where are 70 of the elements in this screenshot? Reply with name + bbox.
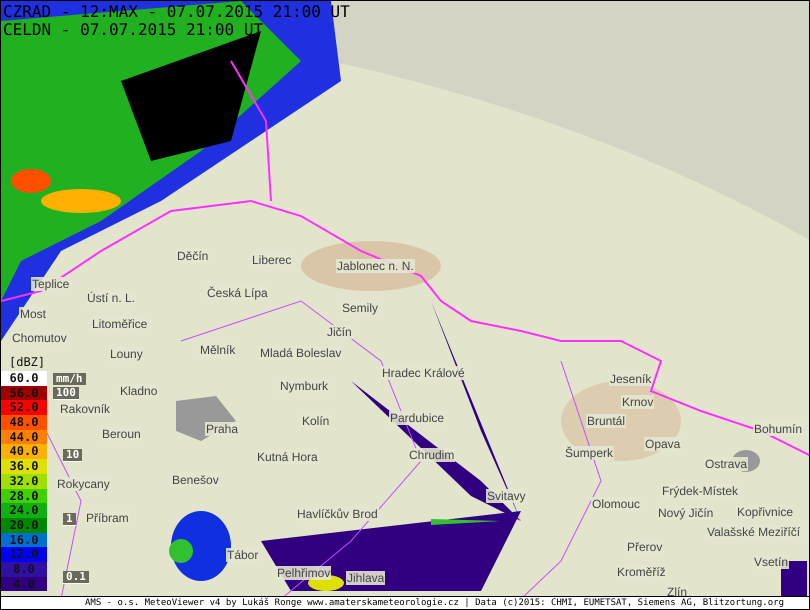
city-label: Kladno — [119, 384, 158, 398]
legend-level: 40.0 — [1, 444, 47, 460]
city-label: Přerov — [626, 540, 664, 554]
city-label: Olomouc — [591, 497, 642, 511]
city-label: Most — [19, 307, 48, 321]
city-label: Jablonec n. N. — [336, 259, 415, 273]
city-label: Děčín — [176, 249, 210, 263]
credits-text: AMS - o.s. MeteoViewer v4 by Lukáš Ronge www.amaterskameteorologie.cz | Data (c)2015: CHMI, EUMETSAT, Siemens AG, Blitzortung.org — [1, 596, 809, 609]
legend-level: 36.0 — [1, 459, 47, 474]
legend-unit: [dBZ] — [8, 355, 46, 371]
legend-level: 28.0 — [1, 488, 47, 504]
legend-level: 52.0 — [1, 400, 47, 416]
legend-level: 4.0 — [1, 576, 47, 592]
city-label: Svitavy — [486, 489, 527, 503]
legend-level: 12.0 — [1, 547, 47, 562]
city-label: Hradec Králové — [381, 366, 466, 380]
rain-scale-mark: 100 — [53, 387, 79, 400]
city-label: Česká Lípa — [206, 286, 269, 300]
city-label: Nový Jičín — [657, 506, 714, 520]
city-label: Liberec — [251, 253, 292, 267]
city-label: Semily — [341, 301, 380, 315]
city-label: Jičín — [326, 325, 353, 339]
city-label: Bohumín — [753, 422, 804, 436]
city-label: Kroměříž — [616, 565, 667, 579]
city-label: Kutná Hora — [256, 450, 319, 464]
city-label: Chrudim — [408, 448, 456, 462]
city-label: Havlíčkův Brod — [296, 507, 379, 521]
city-label: Šumperk — [564, 446, 614, 460]
city-label: Příbram — [85, 511, 130, 525]
city-label: Mělník — [199, 343, 236, 357]
city-label: Opava — [644, 437, 682, 451]
city-label: Valašské Meziříčí — [706, 525, 802, 539]
legend-level: 20.0 — [1, 518, 47, 533]
legend-level: 60.0 — [1, 371, 47, 386]
city-label: Beroun — [101, 427, 142, 441]
rain-scale-mark: 10 — [63, 449, 82, 462]
city-label: Ostrava — [704, 457, 748, 471]
legend-level: 48.0 — [1, 415, 47, 430]
city-label: Vsetín — [753, 555, 790, 569]
city-label: Chomutov — [11, 331, 68, 345]
city-label: Kopřivnice — [736, 505, 794, 519]
legend-level: 56.0 — [1, 386, 47, 400]
legend-level: 16.0 — [1, 532, 47, 548]
city-label: Praha — [205, 422, 240, 436]
city-label: Kolín — [301, 414, 330, 428]
city-label: Louny — [109, 347, 144, 361]
city-label: Litoměřice — [91, 317, 148, 331]
city-label: Krnov — [621, 395, 654, 409]
city-label: Rokycany — [56, 477, 111, 491]
city-label: Pelhřimov — [276, 566, 332, 580]
rain-unit: mm/h — [53, 373, 86, 385]
legend-level: 24.0 — [1, 503, 47, 518]
city-label: Jeseník — [609, 372, 652, 386]
rain-scale-mark: 0.1 — [63, 571, 89, 584]
legend-level: 8.0 — [1, 562, 47, 577]
city-label: Nymburk — [279, 379, 330, 393]
city-label: Ústí n. L. — [86, 291, 136, 305]
city-label: Benešov — [171, 473, 220, 487]
legend-level: 44.0 — [1, 430, 47, 444]
city-label: Pardubice — [389, 411, 446, 425]
city-label: Zlín — [666, 585, 688, 596]
legend-level: 32.0 — [1, 474, 47, 488]
rain-scale-mark: 1 — [63, 513, 76, 526]
city-label: Tábor — [226, 548, 260, 562]
city-label: Rakovník — [59, 402, 112, 416]
city-label: Bruntál — [586, 414, 626, 428]
city-label: Jihlava — [346, 571, 386, 585]
city-label: Teplice — [31, 277, 70, 291]
city-label: Frýdek-Místek — [661, 484, 740, 498]
city-label: Mladá Boleslav — [259, 346, 342, 360]
